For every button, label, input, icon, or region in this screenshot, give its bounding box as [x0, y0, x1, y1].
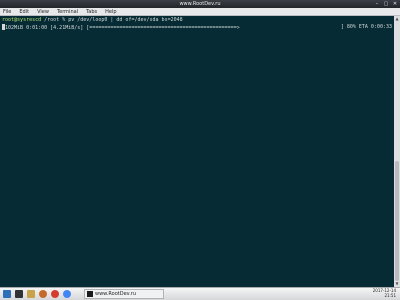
taskbar: www.RootDev.ru 2017-12-14 21:51 — [0, 287, 400, 300]
menu-terminal[interactable]: Terminal — [57, 8, 78, 15]
terminal-output[interactable]: root@sysrescd /root % pv /dev/loop0 | dd… — [0, 16, 394, 287]
menu-edit[interactable]: Edit — [19, 8, 29, 15]
menu-file[interactable]: File — [3, 8, 11, 15]
command-text: pv /dev/loop0 | dd of=/dev/sda bs=2048 — [68, 17, 183, 23]
maximize-button[interactable]: ▢ — [383, 1, 389, 7]
window-controls: – ▢ ✕ — [374, 1, 398, 7]
clock-date: 21:51 — [384, 293, 396, 298]
menu-tabs[interactable]: Tabs — [86, 8, 97, 15]
settings-icon[interactable] — [51, 290, 59, 298]
task-label: www.RootDev.ru — [95, 291, 137, 297]
window-title: www.RootDev.ru — [179, 1, 221, 7]
minimize-button[interactable]: – — [374, 1, 380, 7]
chrome-icon[interactable] — [63, 290, 71, 298]
scroll-up-icon[interactable]: ▲ — [394, 16, 400, 22]
taskbar-task[interactable]: www.RootDev.ru — [84, 289, 164, 299]
clock[interactable]: 2017-12-14 21:51 — [373, 288, 396, 298]
firefox-icon[interactable] — [39, 290, 47, 298]
progress-bar: ========================================… — [89, 25, 240, 31]
title-bar[interactable]: www.RootDev.ru – ▢ ✕ — [0, 0, 400, 8]
menu-bar: File Edit View Terminal Tabs Help — [0, 8, 400, 16]
progress-suffix: ] 80% ETA 0:00:33 — [340, 24, 392, 30]
close-button[interactable]: ✕ — [392, 1, 398, 7]
menu-view[interactable]: View — [37, 8, 49, 15]
menu-icon[interactable] — [3, 290, 11, 298]
progress-prefix: 102MiB 0:01:00 [4.21MiB/s] [ — [5, 25, 90, 31]
prompt-path: /root % — [41, 17, 69, 23]
terminal-icon[interactable] — [15, 290, 23, 298]
prompt-user: root@sysrescd — [2, 17, 42, 23]
menu-help[interactable]: Help — [105, 8, 116, 15]
scrollbar[interactable]: ▲ ▼ — [394, 16, 400, 287]
command-line: root@sysrescd /root % pv /dev/loop0 | dd… — [2, 17, 183, 24]
task-terminal-icon — [87, 291, 93, 297]
terminal-window: www.RootDev.ru – ▢ ✕ File Edit View Term… — [0, 0, 400, 287]
progress-line: 102MiB 0:01:00 [4.21MiB/s] [============… — [2, 24, 392, 32]
scroll-thumb[interactable] — [395, 161, 399, 281]
folder-icon[interactable] — [27, 290, 35, 298]
